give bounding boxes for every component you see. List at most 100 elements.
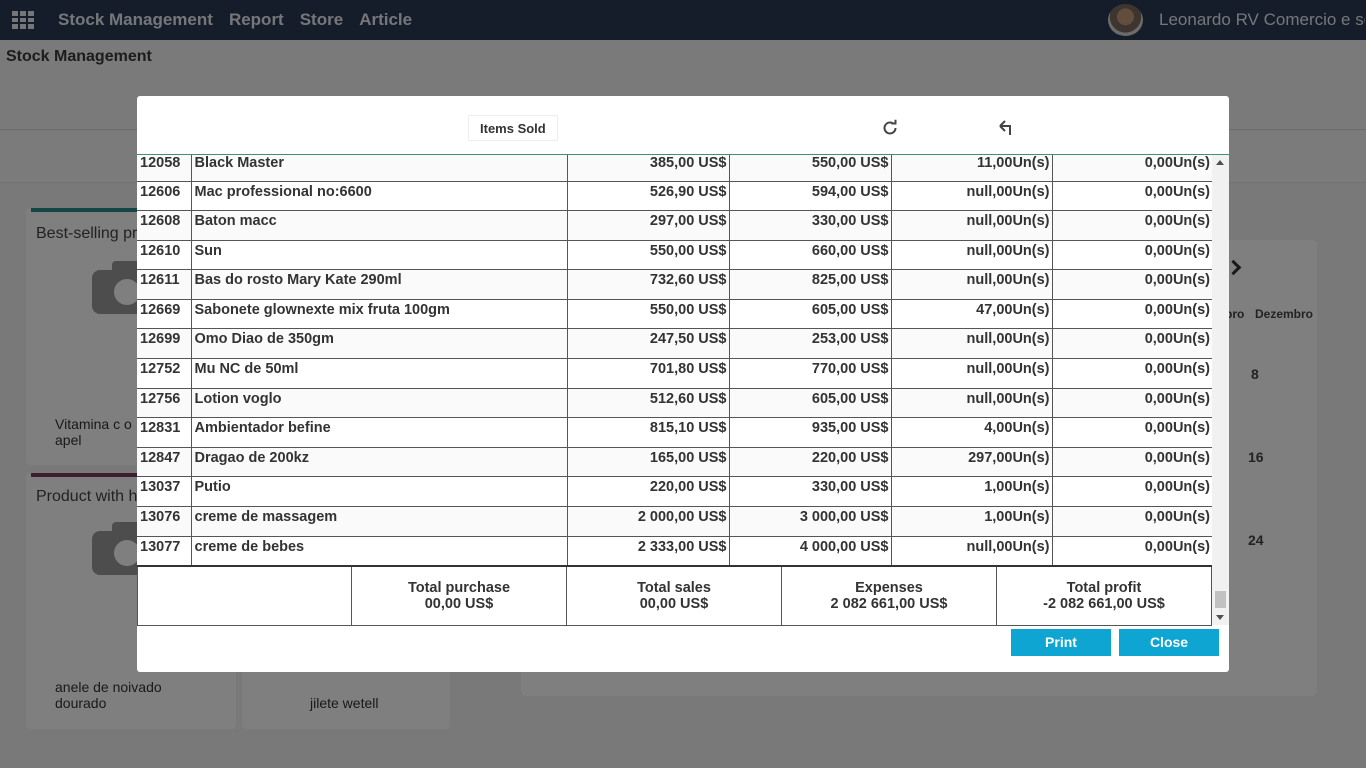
table-row[interactable]: 12606 Mac professional no:6600 526,90 US$ 5… <box>137 181 1212 212</box>
cell-code: 13077 <box>137 536 192 565</box>
tab-items-sold[interactable]: Items Sold <box>468 115 558 141</box>
scroll-down-icon[interactable] <box>1216 615 1224 620</box>
cell-sold: 0,00Un(s) <box>1052 417 1212 448</box>
cell-stock: 297,00Un(s) <box>891 447 1053 478</box>
expenses-label: Expenses <box>855 580 923 596</box>
cell-cost: 385,00 US$ <box>567 155 730 182</box>
cell-cost: 550,00 US$ <box>567 240 730 271</box>
table-row[interactable]: 12058 Black Master 385,00 US$ 550,00 US$ 11,… <box>137 155 1212 182</box>
cell-name: Sun <box>191 240 568 271</box>
total-profit-label: Total profit <box>1066 580 1142 596</box>
cell-stock: null,00Un(s) <box>891 240 1053 271</box>
table-row[interactable]: 12608 Baton macc 297,00 US$ 330,00 US$ null,… <box>137 210 1212 241</box>
items-sold-modal: Items Sold 12058 Black Master 385,00 US$ 55… <box>137 96 1229 672</box>
cell-code: 13037 <box>137 476 192 508</box>
cell-code: 12610 <box>137 240 192 271</box>
cell-sold: 0,00Un(s) <box>1052 358 1212 389</box>
cell-name: Sabonete glownexte mix fruta 100gm <box>191 299 568 330</box>
cell-name: Mu NC de 50ml <box>191 358 568 389</box>
cell-code: 12058 <box>137 155 192 182</box>
cell-price: 330,00 US$ <box>729 210 892 241</box>
cell-price: 253,00 US$ <box>729 328 892 360</box>
cell-name: Lotion voglo <box>191 388 568 419</box>
cell-sold: 0,00Un(s) <box>1052 299 1212 330</box>
cell-name: Baton macc <box>191 210 568 241</box>
back-icon[interactable] <box>997 118 1015 136</box>
cell-stock: 47,00Un(s) <box>891 299 1053 330</box>
cell-sold: 0,00Un(s) <box>1052 476 1212 508</box>
scrollbar[interactable] <box>1212 155 1229 625</box>
cell-code: 12669 <box>137 299 192 330</box>
cell-name: Putio <box>191 476 568 508</box>
cell-price: 3 000,00 US$ <box>729 506 892 537</box>
cell-sold: 0,00Un(s) <box>1052 506 1212 537</box>
cell-price: 935,00 US$ <box>729 417 892 448</box>
cell-stock: 11,00Un(s) <box>891 155 1053 182</box>
cell-stock: 1,00Un(s) <box>891 506 1053 537</box>
cell-code: 12699 <box>137 328 192 360</box>
cell-name: Bas do rosto Mary Kate 290ml <box>191 269 568 300</box>
scroll-up-icon[interactable] <box>1216 160 1224 165</box>
table-row[interactable]: 12611 Bas do rosto Mary Kate 290ml 732,60 … <box>137 269 1212 300</box>
cell-cost: 512,60 US$ <box>567 388 730 419</box>
modal-header: Items Sold <box>137 96 1229 155</box>
cell-name: Mac professional no:6600 <box>191 181 568 212</box>
total-sales-label: Total sales <box>637 580 711 596</box>
table-row[interactable]: 13037 Putio 220,00 US$ 330,00 US$ 1,00Un(s) 0… <box>137 476 1212 508</box>
cell-sold: 0,00Un(s) <box>1052 210 1212 241</box>
cell-sold: 0,00Un(s) <box>1052 155 1212 182</box>
table-row[interactable]: 12610 Sun 550,00 US$ 660,00 US$ null,00Un(s)… <box>137 240 1212 271</box>
total-purchase: Total purchase 00,00 US$ <box>352 567 567 625</box>
table-row[interactable]: 12669 Sabonete glownexte mix fruta 100gm 5… <box>137 299 1212 330</box>
cell-price: 594,00 US$ <box>729 181 892 212</box>
cell-price: 825,00 US$ <box>729 269 892 300</box>
cell-name: creme de massagem <box>191 506 568 537</box>
table-row[interactable]: 12831 Ambientador befine 815,10 US$ 935,00 … <box>137 417 1212 448</box>
print-button[interactable]: Print <box>1011 629 1111 656</box>
cell-code: 12608 <box>137 210 192 241</box>
cell-stock: null,00Un(s) <box>891 328 1053 360</box>
cell-stock: null,00Un(s) <box>891 536 1053 565</box>
cell-name: Dragao de 200kz <box>191 447 568 478</box>
table-row[interactable]: 12847 Dragao de 200kz 165,00 US$ 220,00 US$… <box>137 447 1212 478</box>
totals-row: Total purchase 00,00 US$ Total sales 00,… <box>137 565 1212 626</box>
total-sales-value: 00,00 US$ <box>639 596 709 612</box>
cell-price: 770,00 US$ <box>729 358 892 389</box>
table-row[interactable]: 12752 Mu NC de 50ml 701,80 US$ 770,00 US$ nu… <box>137 358 1212 389</box>
cell-cost: 165,00 US$ <box>567 447 730 478</box>
close-button[interactable]: Close <box>1119 629 1219 656</box>
cell-price: 220,00 US$ <box>729 447 892 478</box>
cell-price: 605,00 US$ <box>729 299 892 330</box>
refresh-icon[interactable] <box>881 119 899 137</box>
table-row[interactable]: 12756 Lotion voglo 512,60 US$ 605,00 US$ nul… <box>137 388 1212 419</box>
total-profit-value: -2 082 661,00 US$ <box>1043 596 1165 612</box>
cell-price: 550,00 US$ <box>729 155 892 182</box>
cell-cost: 550,00 US$ <box>567 299 730 330</box>
cell-cost: 2 333,00 US$ <box>567 536 730 565</box>
items-table: 12058 Black Master 385,00 US$ 550,00 US$ 11,… <box>137 155 1212 565</box>
scroll-thumb[interactable] <box>1215 591 1226 608</box>
cell-name: Black Master <box>191 155 568 182</box>
cell-price: 605,00 US$ <box>729 388 892 419</box>
cell-name: Omo Diao de 350gm <box>191 328 568 360</box>
cell-code: 12847 <box>137 447 192 478</box>
expenses: Expenses 2 082 661,00 US$ <box>782 567 997 625</box>
cell-code: 12611 <box>137 269 192 300</box>
table-row[interactable]: 12699 Omo Diao de 350gm 247,50 US$ 253,00 U… <box>137 328 1212 360</box>
cell-sold: 0,00Un(s) <box>1052 447 1212 478</box>
cell-stock: null,00Un(s) <box>891 210 1053 241</box>
cell-cost: 2 000,00 US$ <box>567 506 730 537</box>
table-row[interactable]: 13076 creme de massagem 2 000,00 US$ 3 000,… <box>137 506 1212 537</box>
cell-stock: null,00Un(s) <box>891 388 1053 419</box>
total-purchase-value: 00,00 US$ <box>424 596 494 612</box>
cell-sold: 0,00Un(s) <box>1052 269 1212 300</box>
cell-price: 660,00 US$ <box>729 240 892 271</box>
cell-stock: 1,00Un(s) <box>891 476 1053 508</box>
cell-stock: 4,00Un(s) <box>891 417 1053 448</box>
cell-code: 12606 <box>137 181 192 212</box>
cell-code: 12831 <box>137 417 192 448</box>
cell-stock: null,00Un(s) <box>891 358 1053 389</box>
total-sales: Total sales 00,00 US$ <box>567 567 782 625</box>
cell-stock: null,00Un(s) <box>891 181 1053 212</box>
table-row[interactable]: 13077 creme de bebes 2 333,00 US$ 4 000,00 … <box>137 536 1212 565</box>
